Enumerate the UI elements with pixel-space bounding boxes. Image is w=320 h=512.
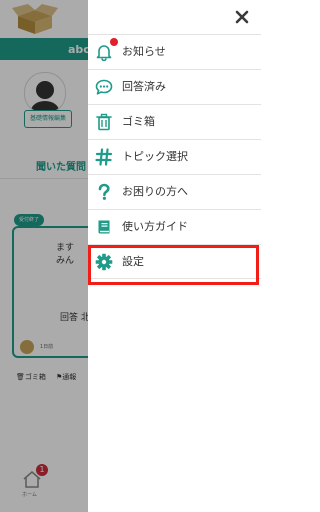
menu-item-help[interactable]: お困りの方へ [88, 174, 261, 209]
close-drawer-button[interactable] [233, 8, 251, 26]
menu-item-guide[interactable]: 使い方ガイド [88, 209, 261, 244]
notification-dot [110, 38, 118, 46]
menu-item-notifications[interactable]: お知らせ [88, 34, 261, 69]
menu-item-label: 使い方ガイド [122, 220, 188, 233]
bell-icon [96, 45, 112, 61]
close-icon [235, 10, 249, 24]
menu-item-label: ゴミ箱 [122, 115, 155, 128]
hashtag-icon [95, 148, 113, 166]
question-mark-icon [98, 183, 110, 200]
menu-item-label: 回答済み [122, 80, 166, 93]
book-icon [98, 220, 110, 234]
menu-item-trash[interactable]: ゴミ箱 [88, 104, 261, 139]
gear-icon [95, 253, 113, 271]
menu-item-label: お困りの方へ [122, 185, 188, 198]
menu-item-topic-select[interactable]: トピック選択 [88, 139, 261, 174]
chat-bubble-icon [95, 79, 113, 95]
drawer-backdrop[interactable] [0, 0, 88, 512]
drawer-menu: お知らせ 回答済み ゴミ箱 トピック選択 お困りの方へ 使い方ガイド 設定 [88, 34, 261, 279]
menu-item-answered[interactable]: 回答済み [88, 69, 261, 104]
menu-item-label: お知らせ [122, 45, 166, 58]
menu-item-label: トピック選択 [122, 150, 188, 163]
menu-item-label: 設定 [122, 255, 144, 268]
menu-item-settings[interactable]: 設定 [88, 244, 261, 279]
trash-icon [96, 113, 112, 131]
